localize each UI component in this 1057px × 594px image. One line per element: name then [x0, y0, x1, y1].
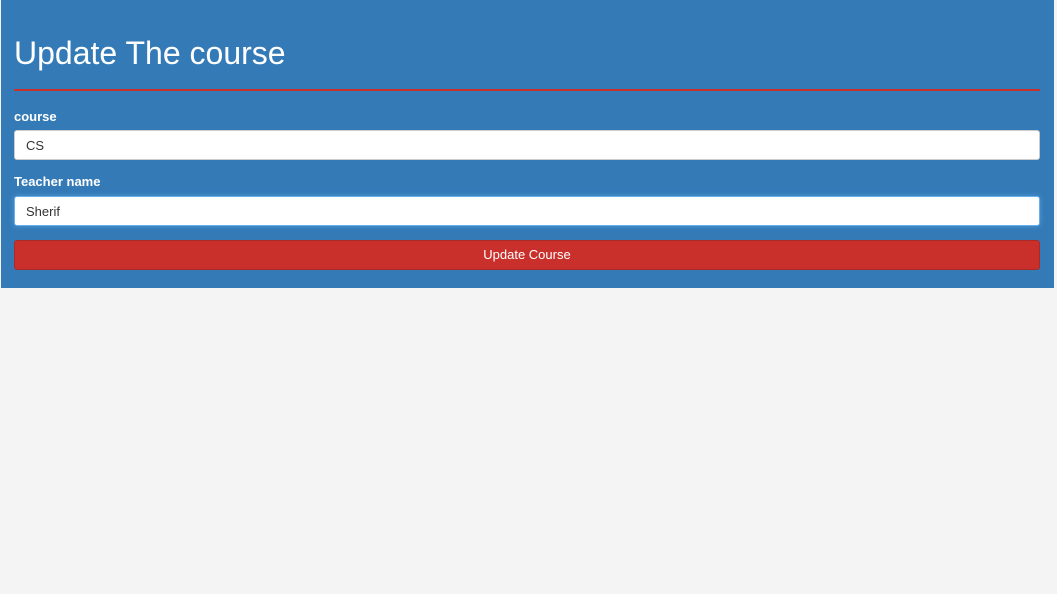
course-label: course: [14, 109, 57, 124]
update-course-button[interactable]: Update Course: [14, 240, 1040, 270]
update-course-panel: Update The course course Teacher name Up…: [1, 0, 1054, 288]
teacher-name-label: Teacher name: [14, 174, 101, 189]
page-title: Update The course: [14, 35, 286, 71]
title-divider: [14, 89, 1040, 91]
course-input[interactable]: [14, 130, 1040, 160]
teacher-name-input[interactable]: [14, 196, 1040, 226]
